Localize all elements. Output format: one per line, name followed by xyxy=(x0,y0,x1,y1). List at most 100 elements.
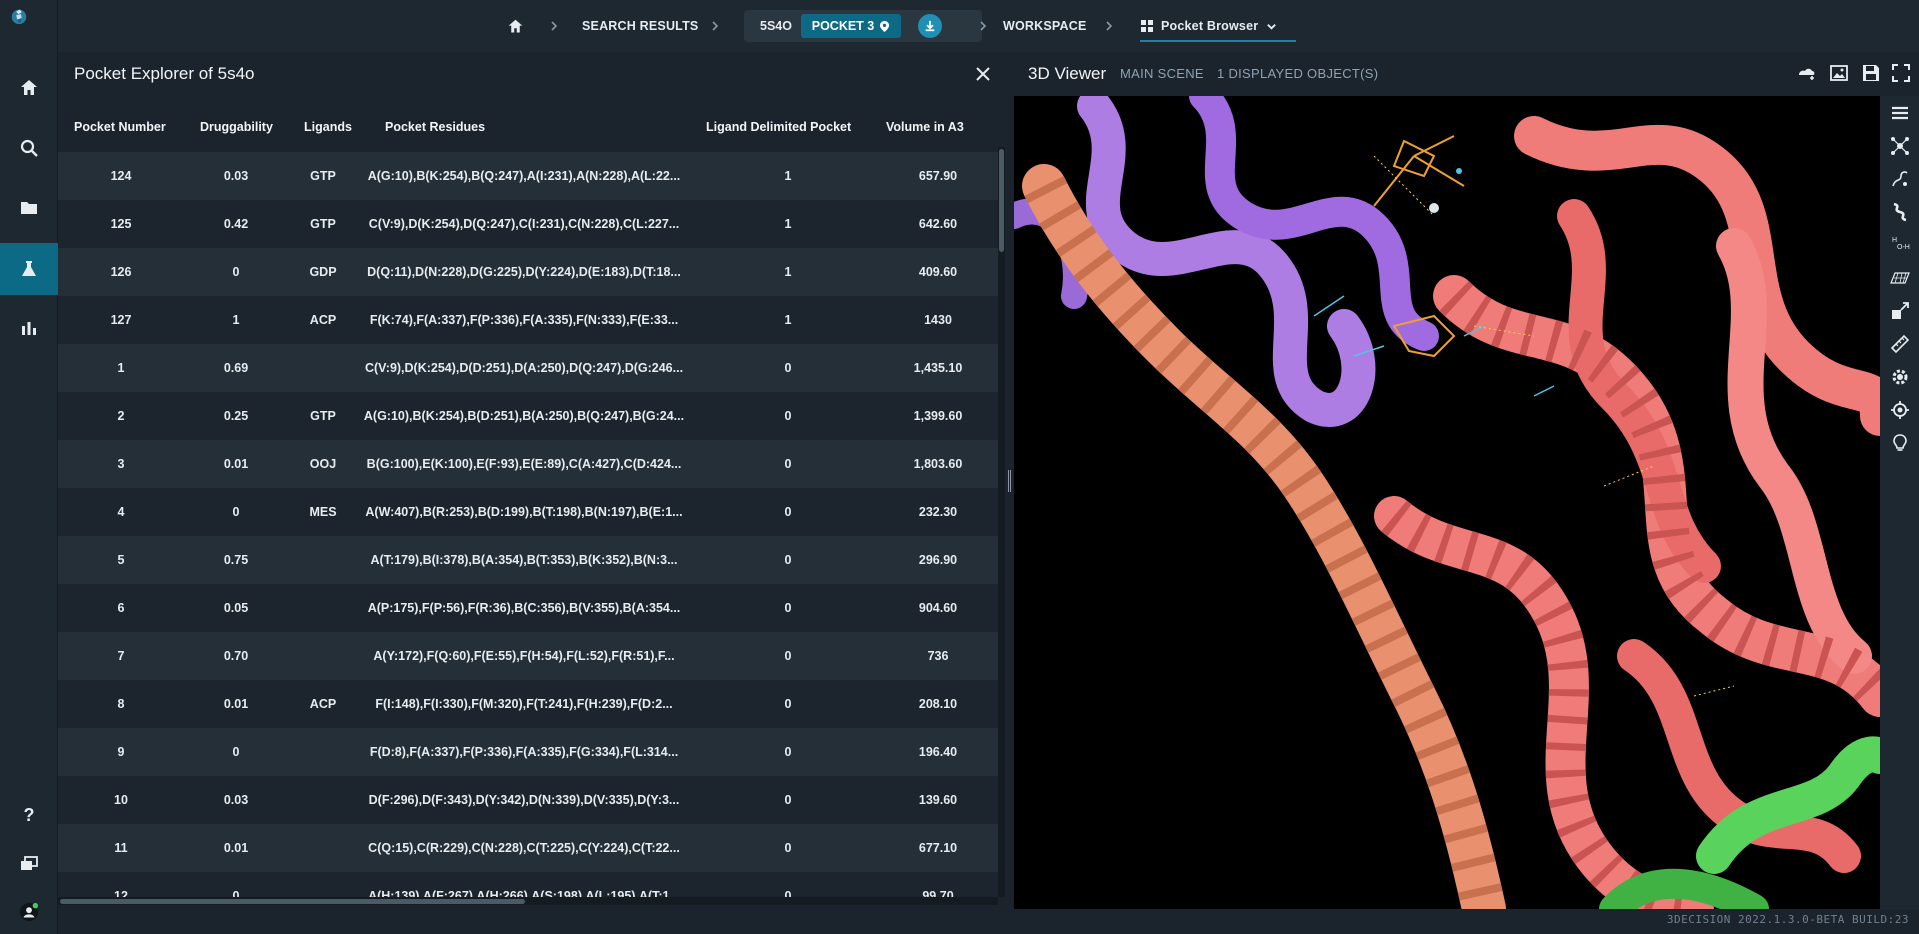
fullscreen-icon[interactable] xyxy=(1890,62,1912,84)
nav-user[interactable] xyxy=(0,886,58,934)
horizontal-scrollbar-thumb[interactable] xyxy=(60,899,525,904)
tool-lightbulb[interactable] xyxy=(1880,426,1919,459)
tool-settings[interactable] xyxy=(1880,360,1919,393)
table-row[interactable]: 2 0.25 GTP A(G:10),B(K:254),B(D:251),B(A… xyxy=(58,392,998,440)
cell-volume: 232.30 xyxy=(918,505,958,519)
table-row[interactable]: 6 0.05 A(P:175),F(P:56),F(R:36),B(C:356)… xyxy=(58,584,998,632)
col-ligands[interactable]: Ligands xyxy=(304,107,352,147)
cell-ligands xyxy=(288,824,358,872)
cell-pocket-residues: B(G:100),E(K:100),E(F:93),E(E:89),C(A:42… xyxy=(366,457,682,471)
tool-molecule[interactable] xyxy=(1880,129,1919,162)
surface-icon xyxy=(1889,271,1910,284)
table-row[interactable]: 125 0.42 GTP C(V:9),D(K:254),D(Q:247),C(… xyxy=(58,200,998,248)
molecule-icon xyxy=(1890,136,1909,155)
tool-surface[interactable] xyxy=(1880,261,1919,294)
nav-search[interactable] xyxy=(0,122,58,174)
table-row[interactable]: 5 0.75 A(T:179),B(I:378),B(A:354),B(T:35… xyxy=(58,536,998,584)
tool-chain[interactable] xyxy=(1880,195,1919,228)
breadcrumb-workspace[interactable]: WORKSPACE xyxy=(1003,0,1087,52)
viewer-tool-strip: H O-H xyxy=(1880,96,1919,909)
table-body: 124 0.03 GTP A(G:10),B(K:254),B(Q:247),A… xyxy=(58,152,998,897)
cell-ligands: GTP xyxy=(310,409,336,423)
breadcrumb-structure-id[interactable]: 5S4O xyxy=(760,10,792,42)
vertical-scrollbar-thumb[interactable] xyxy=(999,149,1004,252)
menu-icon xyxy=(1891,106,1908,119)
table-row[interactable]: 1 0.69 C(V:9),D(K:254),D(D:251),D(A:250)… xyxy=(58,344,998,392)
table-row[interactable]: 127 1 ACP F(K:74),F(A:337),F(P:336),F(A:… xyxy=(58,296,998,344)
nav-rail: ? xyxy=(0,0,58,934)
panel-title: Pocket Explorer of 5s4o xyxy=(74,64,255,83)
cell-druggability: 0 xyxy=(232,265,240,279)
close-icon[interactable] xyxy=(973,64,993,84)
add-camera-icon[interactable] xyxy=(1796,62,1818,84)
cell-volume: 1,435.10 xyxy=(913,361,963,375)
breadcrumb: SEARCH RESULTS 5S4O POCKET 3 WORKSPACE P… xyxy=(58,0,1919,52)
breadcrumb-pocket[interactable]: POCKET 3 xyxy=(801,14,901,38)
svg-text:H: H xyxy=(1892,237,1897,244)
cell-volume: 99.70 xyxy=(922,889,954,897)
cell-volume: 409.60 xyxy=(918,265,958,279)
col-pocket-number[interactable]: Pocket Number xyxy=(74,107,166,147)
col-ligand-delimited-pocket[interactable]: Ligand Delimited Pocket xyxy=(706,107,851,147)
cell-druggability: 0 xyxy=(232,745,240,759)
tool-ligand[interactable] xyxy=(1880,162,1919,195)
cell-ligands: GTP xyxy=(310,217,336,231)
home-icon xyxy=(21,80,37,95)
pocket-explorer-panel: Pocket Explorer of 5s4o Pocket Number Dr… xyxy=(58,52,1005,909)
table-row[interactable]: 126 0 GDP D(Q:11),D(N:228),D(G:225),D(Y:… xyxy=(58,248,998,296)
nav-projects[interactable] xyxy=(0,182,58,234)
vertical-scrollbar[interactable] xyxy=(998,147,1005,897)
app-logo[interactable] xyxy=(9,6,49,50)
table-row[interactable]: 4 0 MES A(W:407),B(R:253),B(D:199),B(T:1… xyxy=(58,488,998,536)
cell-ligands: GTP xyxy=(310,169,336,183)
cell-druggability: 0.01 xyxy=(223,841,249,855)
cell-ligand-delimited: 0 xyxy=(784,841,792,855)
chart-icon xyxy=(22,322,36,335)
target-icon xyxy=(1890,400,1909,419)
table-row[interactable]: 10 0.03 D(F:296),D(F:343),D(Y:342),D(N:3… xyxy=(58,776,998,824)
nav-home[interactable] xyxy=(0,62,58,114)
table-row[interactable]: 11 0.01 C(Q:15),C(R:229),C(N:228),C(T:22… xyxy=(58,824,998,872)
cell-ligands: ACP xyxy=(309,697,337,711)
cell-volume: 1,803.60 xyxy=(913,457,963,471)
nav-analytics[interactable] xyxy=(0,302,58,354)
splitter-handle[interactable] xyxy=(1008,470,1011,492)
col-druggability[interactable]: Druggability xyxy=(200,107,273,147)
table-row[interactable]: 124 0.03 GTP A(G:10),B(K:254),B(Q:247),A… xyxy=(58,152,998,200)
tool-menu[interactable] xyxy=(1880,96,1919,129)
breadcrumb-search-results[interactable]: SEARCH RESULTS xyxy=(582,0,698,52)
download-button[interactable] xyxy=(918,14,942,38)
table-row[interactable]: 8 0.01 ACP F(I:148),F(I:330),F(M:320),F(… xyxy=(58,680,998,728)
tool-resize[interactable] xyxy=(1880,294,1919,327)
table-row[interactable]: 9 0 F(D:8),F(A:337),F(P:336),F(A:335),F(… xyxy=(58,728,998,776)
image-icon[interactable] xyxy=(1828,62,1850,84)
molecule-3d-canvas[interactable] xyxy=(1014,96,1880,909)
cell-pocket-residues: A(W:407),B(R:253),B(D:199),B(T:198),B(N:… xyxy=(365,505,683,519)
cell-pocket-number: 9 xyxy=(117,745,125,759)
nav-help[interactable]: ? xyxy=(0,788,58,840)
nav-lab[interactable] xyxy=(0,243,58,295)
cell-druggability: 0.25 xyxy=(223,409,249,423)
viewer-objects-count[interactable]: 1 DISPLAYED OBJECT(S) xyxy=(1217,66,1378,81)
breadcrumb-home[interactable] xyxy=(507,0,524,52)
cell-pocket-residues: F(D:8),F(A:337),F(P:336),F(A:335),F(G:33… xyxy=(369,745,679,759)
table-row[interactable]: 7 0.70 A(Y:172),F(Q:60),F(E:55),F(H:54),… xyxy=(58,632,998,680)
cell-pocket-residues: F(I:148),F(I:330),F(M:320),F(T:241),F(H:… xyxy=(375,697,673,711)
tool-water[interactable]: H O-H xyxy=(1880,228,1919,261)
table-row[interactable]: 3 0.01 OOJ B(G:100),E(K:100),E(F:93),E(E… xyxy=(58,440,998,488)
cell-pocket-residues: C(V:9),D(K:254),D(D:251),D(A:250),D(Q:24… xyxy=(364,361,684,375)
tool-target[interactable] xyxy=(1880,393,1919,426)
cell-pocket-number: 125 xyxy=(110,217,132,231)
viewer-scene[interactable]: MAIN SCENE xyxy=(1120,66,1204,81)
save-icon[interactable] xyxy=(1860,62,1882,84)
col-volume[interactable]: Volume in A3 xyxy=(886,107,964,147)
cell-ligands xyxy=(288,776,358,824)
tool-ruler[interactable] xyxy=(1880,327,1919,360)
pocket-label: POCKET 3 xyxy=(811,19,875,33)
table-row[interactable]: 12 0 A(H:139),A(F:267),A(H:266),A(S:198)… xyxy=(58,872,998,897)
folder-icon xyxy=(21,202,37,214)
pocket-browser-dropdown[interactable]: Pocket Browser xyxy=(1141,0,1277,52)
nav-windows[interactable] xyxy=(0,838,58,890)
col-pocket-residues[interactable]: Pocket Residues xyxy=(385,107,485,147)
cell-ligands xyxy=(288,728,358,776)
